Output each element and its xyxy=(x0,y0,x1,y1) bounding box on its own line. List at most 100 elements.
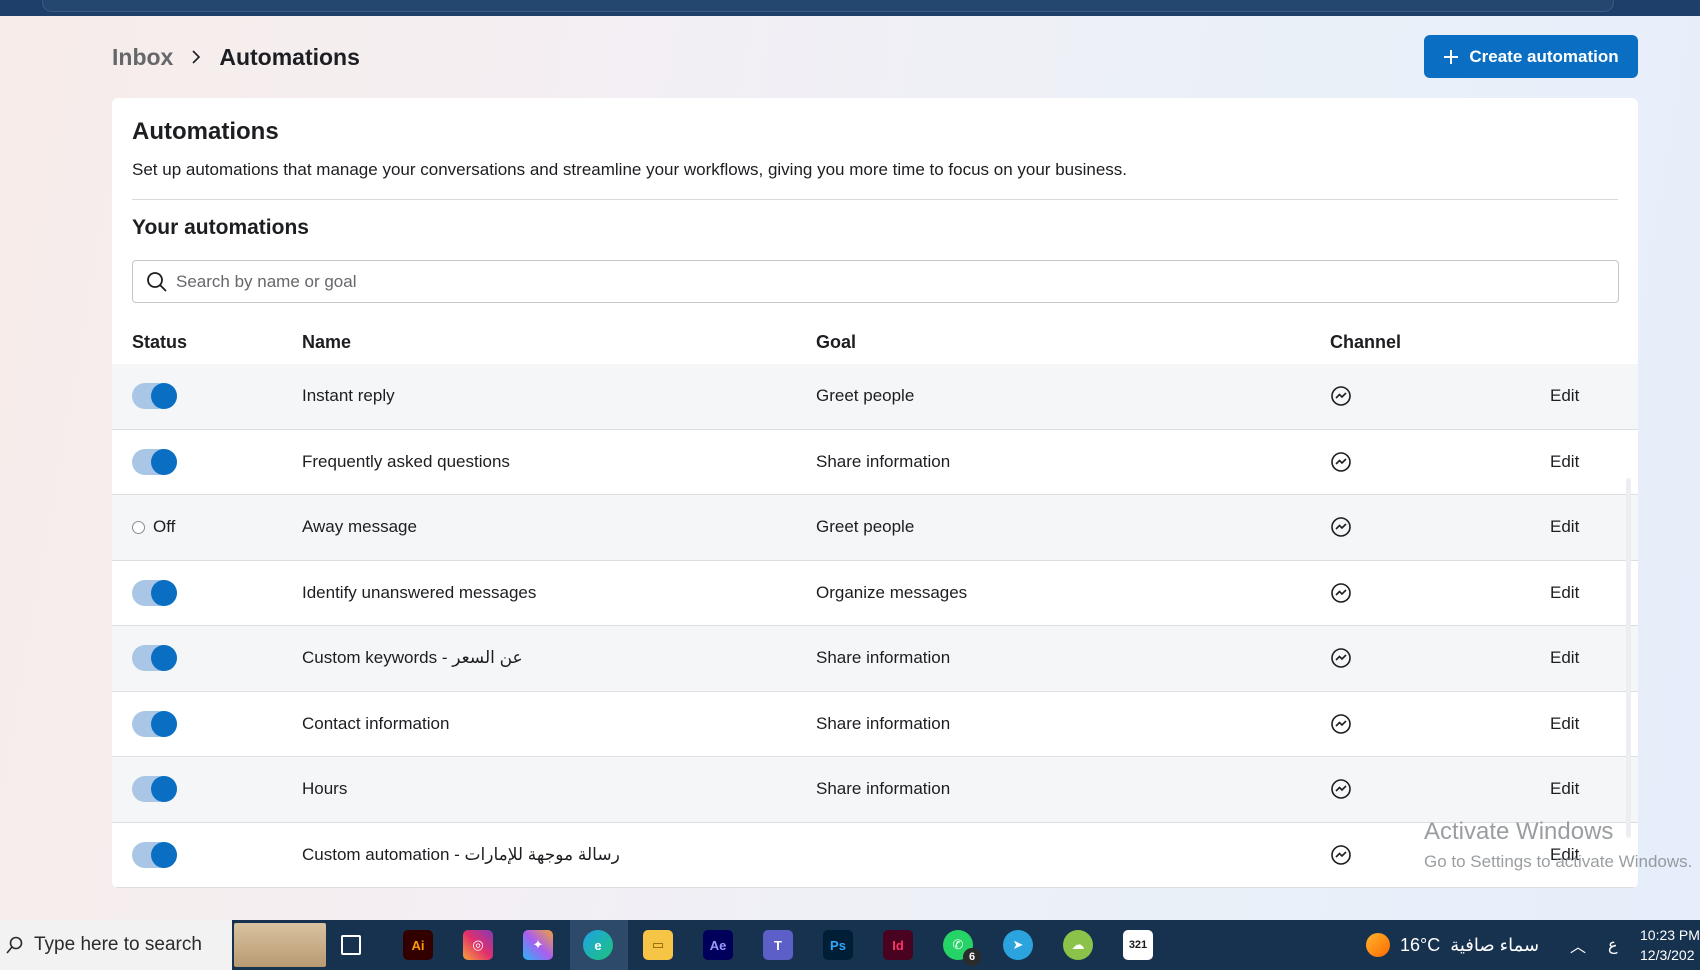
messenger-icon xyxy=(1330,561,1352,626)
address-bar[interactable] xyxy=(42,0,1614,12)
browser-top-bar xyxy=(0,0,1700,16)
status-cell xyxy=(132,430,177,495)
illustrator-icon[interactable]: Ai xyxy=(403,930,433,960)
watermark-line2: Go to Settings to activate Windows. xyxy=(1424,852,1693,871)
telegram-icon[interactable]: ➤ xyxy=(1003,930,1033,960)
table-row: Instant reply Greet people Edit xyxy=(112,364,1638,430)
scrollbar[interactable] xyxy=(1626,478,1631,838)
table-row: Hours Share information Edit xyxy=(112,757,1638,823)
automation-name: Custom keywords - عن السعر xyxy=(302,648,523,668)
search-box[interactable] xyxy=(132,260,1619,303)
table-row: Custom keywords - عن السعر Share informat… xyxy=(112,626,1638,692)
automations-card: Automations Set up automations that mana… xyxy=(112,98,1638,888)
search-icon xyxy=(147,271,167,292)
table-row: Identify unanswered messages Organize mes… xyxy=(112,561,1638,626)
automation-name: Identify unanswered messages xyxy=(302,582,537,602)
divider xyxy=(132,199,1618,200)
messenger-icon xyxy=(1330,430,1352,495)
chevron-up-icon[interactable]: ︿ xyxy=(1570,933,1586,957)
messenger-icon xyxy=(1330,626,1352,691)
status-cell xyxy=(132,823,177,888)
table-row: Frequently asked questions Share informat… xyxy=(112,430,1638,495)
status-toggle[interactable] xyxy=(132,383,177,410)
instagram-icon[interactable]: ◎ xyxy=(463,930,493,960)
status-cell xyxy=(132,561,177,626)
edit-link[interactable]: Edit xyxy=(1550,757,1579,822)
status-toggle[interactable] xyxy=(132,776,177,803)
automation-name: Frequently asked questions xyxy=(302,451,510,471)
messenger-icon xyxy=(1330,757,1352,822)
card-description: Set up automations that manage your conv… xyxy=(132,160,1128,179)
taskbar: Type here to search Ai ◎ ✦ e ▭ Ae T Ps I… xyxy=(0,920,1700,970)
edit-link[interactable]: Edit xyxy=(1550,561,1579,626)
status-toggle[interactable] xyxy=(132,645,177,672)
status-cell xyxy=(132,692,177,757)
status-cell xyxy=(132,626,177,691)
breadcrumb: Inbox Automations xyxy=(112,40,360,74)
edit-link[interactable]: Edit xyxy=(1550,692,1579,757)
create-automation-button[interactable]: Create automation xyxy=(1424,35,1638,78)
plus-icon xyxy=(1444,49,1459,64)
automation-goal: Greet people xyxy=(816,517,915,537)
header-status: Status xyxy=(132,332,188,352)
header-name: Name xyxy=(302,332,352,352)
clock-time: 10:23 PM xyxy=(1640,927,1700,943)
status-cell xyxy=(132,364,177,429)
teams-icon[interactable]: T xyxy=(763,930,793,960)
header-channel: Channel xyxy=(1330,332,1402,352)
search-input[interactable] xyxy=(176,271,1576,292)
status-toggle[interactable] xyxy=(132,710,177,737)
status-cell xyxy=(132,757,177,822)
automation-name: Hours xyxy=(302,779,348,799)
section-title: Your automations xyxy=(132,216,309,239)
status-cell: Off xyxy=(132,495,175,560)
calendar-app-icon[interactable]: 321 xyxy=(1123,930,1153,960)
edit-link[interactable]: Edit xyxy=(1550,495,1579,560)
status-toggle[interactable] xyxy=(132,579,177,606)
card-title: Automations xyxy=(132,118,279,145)
edit-link[interactable]: Edit xyxy=(1550,626,1579,691)
taskbar-search-placeholder: Type here to search xyxy=(34,934,202,955)
status-toggle[interactable] xyxy=(132,841,177,868)
breadcrumb-inbox-link[interactable]: Inbox xyxy=(112,44,173,71)
table-row: Off Away message Greet people Edit xyxy=(112,495,1638,561)
automation-name: Custom automation - رسالة موجهة للإمارات xyxy=(302,844,620,864)
file-explorer-icon[interactable]: ▭ xyxy=(643,930,673,960)
cloud-app-icon[interactable]: ☁ xyxy=(1063,930,1093,960)
automation-goal: Share information xyxy=(816,451,951,471)
task-view-icon[interactable] xyxy=(341,935,361,955)
taskbar-search[interactable]: Type here to search xyxy=(0,920,232,970)
language-indicator[interactable]: ع xyxy=(1608,935,1618,955)
automation-goal: Share information xyxy=(816,648,951,668)
whatsapp-badge: 6 xyxy=(963,948,981,966)
search-highlight-image[interactable] xyxy=(234,923,326,967)
automation-goal: Share information xyxy=(816,713,951,733)
messenger-icon xyxy=(1330,364,1352,429)
status-toggle[interactable] xyxy=(132,448,177,475)
weather-widget[interactable]: 16°C سماء صافية xyxy=(1366,920,1539,970)
automation-goal: Share information xyxy=(816,779,951,799)
weather-temp: 16°C xyxy=(1400,934,1441,955)
watermark-line1: Activate Windows xyxy=(1424,818,1614,845)
status-label: Off xyxy=(153,517,176,537)
edit-link[interactable]: Edit xyxy=(1550,430,1579,495)
clock-date: 12/3/202 xyxy=(1640,947,1695,963)
edit-link[interactable]: Edit xyxy=(1550,364,1579,429)
weather-sun-icon xyxy=(1366,933,1390,957)
chevron-right-icon xyxy=(192,50,201,64)
table-row: Custom automation - رسالة موجهة للإمارات… xyxy=(112,823,1638,888)
status-toggle-off[interactable]: Off xyxy=(132,517,175,537)
clock[interactable]: 10:23 PM 12/3/202 xyxy=(1640,925,1700,965)
automation-goal: Organize messages xyxy=(816,582,968,602)
after-effects-icon[interactable]: Ae xyxy=(703,930,733,960)
photoshop-icon[interactable]: Ps xyxy=(823,930,853,960)
search-icon xyxy=(6,936,23,954)
create-automation-label: Create automation xyxy=(1469,46,1619,66)
page-title: Automations xyxy=(219,43,360,70)
indesign-icon[interactable]: Id xyxy=(883,930,913,960)
copilot-icon[interactable]: ✦ xyxy=(523,930,553,960)
messenger-icon xyxy=(1330,823,1352,888)
automation-name: Contact information xyxy=(302,713,450,733)
automations-table: Instant reply Greet people Edit Frequently … xyxy=(112,364,1638,888)
edge-icon[interactable]: e xyxy=(583,930,613,960)
